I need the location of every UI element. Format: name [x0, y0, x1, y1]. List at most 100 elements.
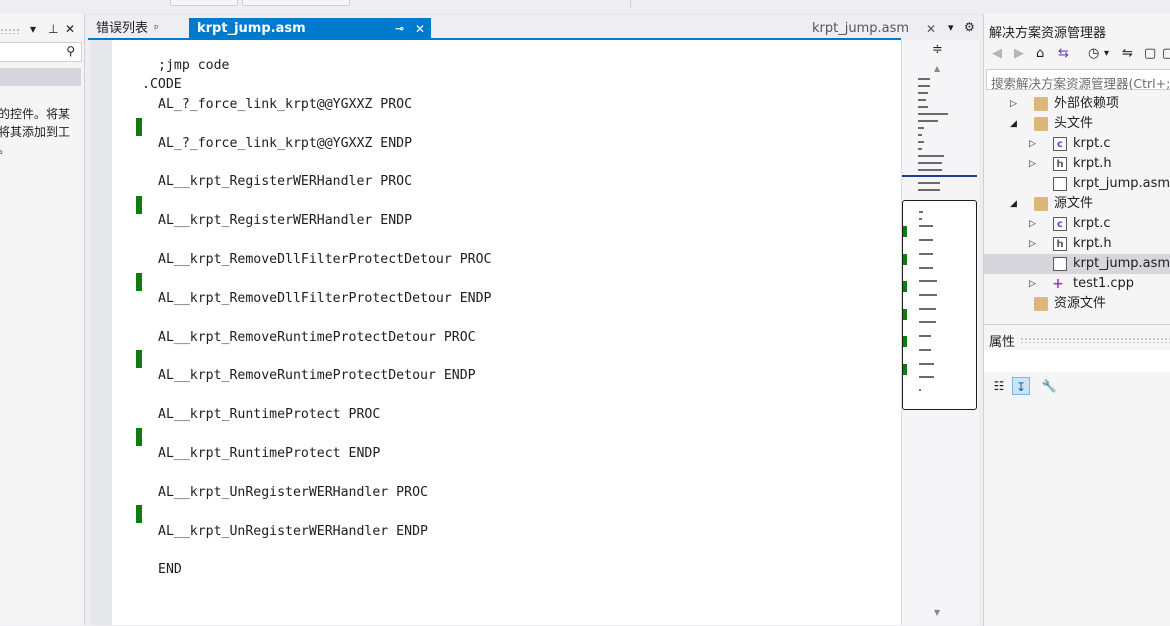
minimap-line [918, 106, 928, 108]
folder-icon [1034, 197, 1048, 211]
tree-item-label: 头文件 [1054, 116, 1094, 131]
left-tool-window-header: ▾ ⊥ ✕ [0, 20, 84, 38]
collapse-icon[interactable]: ◢ [1010, 114, 1017, 134]
forward-icon[interactable]: ▶ [1014, 46, 1024, 61]
minimap-line [918, 134, 922, 136]
properties-title: 属性 [989, 335, 1016, 350]
gear-icon[interactable]: ⚙ [964, 20, 975, 34]
expand-icon[interactable]: ▷ [1029, 214, 1036, 234]
solution-explorer-toolbar: ◀ ▶ ⌂ ⇆ ◷ ▾ ⇋ ▢ ▢ [984, 44, 1170, 66]
sort-alphabetical-icon[interactable]: ↧ [1012, 377, 1030, 395]
minimap-line [919, 294, 937, 296]
tab-krpt-jump-asm-active[interactable]: krpt_jump.asm ⊸ ✕ [189, 18, 431, 40]
home-icon[interactable]: ⌂ [1036, 46, 1044, 61]
tab-krpt-jump-asm-preview[interactable]: krpt_jump.asm ✕ [808, 18, 948, 40]
wrench-icon[interactable]: 🔧 [1040, 377, 1058, 395]
change-marker [136, 350, 142, 368]
expand-icon[interactable]: ▷ [1029, 134, 1036, 154]
close-icon[interactable]: ✕ [65, 22, 75, 36]
sync-with-document-icon[interactable]: ⇋ [1122, 46, 1133, 61]
asm-file-icon [1053, 177, 1067, 191]
cpp-file-icon: + [1052, 276, 1064, 292]
show-all-files-icon[interactable]: ▢ [1162, 46, 1170, 61]
tab-label: krpt_jump.asm [812, 21, 910, 36]
pin-icon[interactable]: ᵖ [154, 18, 159, 40]
split-editor-icon[interactable]: ≑ [932, 42, 943, 57]
code-line: AL__krpt_RemoveRuntimeProtectDetour PROC [158, 329, 476, 345]
back-icon[interactable]: ◀ [992, 46, 1002, 61]
collapse-icon[interactable]: ◢ [1010, 194, 1017, 214]
minimap-line [918, 99, 926, 101]
pin-icon[interactable]: ⊸ [395, 18, 404, 40]
code-line: AL__krpt_RemoveRuntimeProtectDetour ENDP [158, 368, 476, 384]
c-file-icon: c [1053, 137, 1067, 151]
code-line: AL__krpt_RuntimeProtect ENDP [158, 446, 381, 461]
code-line: END [158, 562, 182, 578]
scroll-up-icon[interactable]: ▲ [934, 64, 940, 73]
minimap-line [918, 85, 930, 87]
expand-icon[interactable]: ▷ [1029, 234, 1036, 254]
folder-icon [1034, 297, 1048, 311]
chevron-down-icon[interactable]: ▾ [1104, 48, 1109, 59]
expand-icon[interactable]: ▷ [1029, 154, 1036, 174]
caret-position-line [902, 175, 977, 177]
minimap-line [919, 389, 921, 391]
toolbox-search-input[interactable]: ⚲ [0, 42, 82, 62]
document-tab-strip: 错误列表 ᵖ krpt_jump.asm ⊸ ✕ krpt_jump.asm ✕… [88, 14, 984, 40]
tree-item-label: 资源文件 [1054, 296, 1107, 311]
header-grip[interactable] [1020, 337, 1170, 343]
toolbar-dropdown[interactable] [170, 0, 238, 6]
minimap-change-marker [903, 364, 907, 375]
scroll-down-icon[interactable]: ▼ [934, 608, 940, 617]
minimap-line [918, 189, 940, 191]
minimap-line [919, 376, 934, 378]
expand-icon[interactable]: ▷ [1029, 274, 1036, 294]
tree-item-label: krpt.c [1073, 136, 1111, 151]
properties-object-selector[interactable] [984, 350, 1170, 372]
code-line: AL__krpt_RemoveDllFilterProtectDetour EN… [158, 290, 492, 306]
minimap-line [919, 280, 937, 282]
code-line: AL__krpt_RegisterWERHandler ENDP [158, 213, 413, 229]
tab-error-list[interactable]: 错误列表 ᵖ [88, 18, 180, 40]
editor-minimap-scrollbar[interactable]: ≑ ▲ ▼ [901, 40, 979, 625]
minimap-line [919, 253, 933, 255]
categorized-icon[interactable]: ☷ [990, 377, 1008, 395]
tree-item-label: 源文件 [1054, 196, 1094, 211]
code-line: AL__krpt_RuntimeProtect PROC [158, 407, 381, 423]
tree-item-label: krpt.h [1073, 236, 1112, 251]
minimap-line [919, 218, 922, 220]
close-icon[interactable]: ✕ [415, 18, 425, 40]
folder-icon [1034, 117, 1048, 131]
asm-file-icon [1053, 257, 1067, 271]
switch-views-icon[interactable]: ⇆ [1058, 46, 1069, 61]
code-line: AL__krpt_UnRegisterWERHandler ENDP [158, 523, 428, 539]
tree-item-label: test1.cpp [1073, 276, 1135, 291]
header-grip[interactable] [0, 28, 20, 34]
close-icon[interactable]: ✕ [926, 18, 936, 40]
code-editor[interactable]: ;jmp code .CODE AL_?_force_link_krpt@@YG… [90, 40, 901, 625]
pin-icon[interactable]: ⊥ [48, 22, 58, 36]
tree-item-label: 外部依赖项 [1054, 96, 1120, 111]
minimap-line [918, 78, 930, 80]
pending-changes-filter-icon[interactable]: ◷ [1088, 46, 1099, 61]
dropdown-icon[interactable]: ▾ [30, 22, 36, 36]
h-file-icon: h [1053, 237, 1067, 251]
minimap-line [918, 92, 928, 94]
toolbox-group-header[interactable] [0, 68, 81, 86]
properties-window: 属性 ☷ ↧ 🔧 [983, 324, 1170, 626]
solution-explorer-title: 解决方案资源管理器 [989, 26, 1107, 41]
minimap-line [918, 148, 922, 150]
code-line: AL_?_force_link_krpt@@YGXXZ PROC [158, 96, 413, 112]
tab-label: krpt_jump.asm [197, 21, 306, 36]
solution-explorer-search-input[interactable]: 搜索解决方案资源管理器(Ctrl+;) [986, 69, 1170, 91]
search-icon: ⚲ [66, 44, 75, 58]
minimap-viewport[interactable] [902, 200, 977, 410]
expand-icon[interactable]: ▷ [1010, 94, 1017, 114]
code-line: AL__krpt_UnRegisterWERHandler PROC [158, 484, 428, 500]
tab-overflow-icon[interactable]: ▾ [948, 21, 954, 34]
collapse-all-icon[interactable]: ▢ [1144, 46, 1156, 61]
minimap-line [918, 169, 942, 171]
toolbar-dropdown[interactable] [242, 0, 350, 6]
tab-label: 错误列表 [96, 21, 149, 36]
minimap-line [919, 363, 934, 365]
